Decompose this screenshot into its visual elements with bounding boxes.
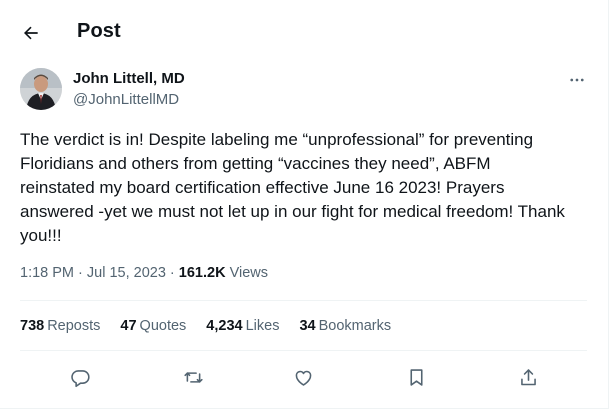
likes-count: 4,234 bbox=[206, 318, 243, 334]
quotes-count: 47 bbox=[120, 318, 137, 334]
quotes-stat[interactable]: 47 Quotes bbox=[120, 318, 186, 334]
author-name[interactable]: John Littell, MD bbox=[73, 70, 185, 87]
share-icon bbox=[518, 367, 539, 388]
repost-button[interactable] bbox=[178, 362, 208, 392]
bookmark-icon bbox=[406, 367, 427, 388]
views-label: Views bbox=[225, 265, 268, 281]
views-count: 161.2K bbox=[178, 265, 226, 281]
back-button[interactable] bbox=[14, 16, 48, 50]
repost-icon bbox=[183, 367, 204, 388]
reposts-stat[interactable]: 738 Reposts bbox=[20, 318, 100, 334]
share-button[interactable] bbox=[513, 362, 543, 392]
post-meta: 1:18 PM · Jul 15, 2023 · 161.2K Views bbox=[20, 265, 268, 281]
reposts-count: 738 bbox=[20, 318, 45, 334]
post-detail-view: Post John Littell, MD @JohnLittellMD The… bbox=[0, 0, 609, 409]
post-timestamp[interactable]: 1:18 PM · Jul 15, 2023 · bbox=[20, 265, 179, 281]
likes-stat[interactable]: 4,234 Likes bbox=[206, 318, 279, 334]
divider bbox=[20, 350, 587, 351]
arrow-left-icon bbox=[21, 23, 41, 43]
action-bar bbox=[0, 362, 608, 392]
like-button[interactable] bbox=[288, 362, 318, 392]
bookmark-button[interactable] bbox=[401, 362, 431, 392]
post-text: The verdict is in! Despite labeling me “… bbox=[20, 130, 565, 245]
page-header: Post bbox=[0, 0, 608, 64]
quotes-label: Quotes bbox=[139, 318, 187, 334]
likes-label: Likes bbox=[245, 318, 280, 334]
engagement-stats: 738 Reposts 47 Quotes 4,234 Likes 34 Bookmar… bbox=[20, 318, 411, 334]
bookmarks-count: 34 bbox=[299, 318, 316, 334]
reply-icon bbox=[70, 367, 91, 388]
more-options-button[interactable] bbox=[563, 66, 591, 94]
divider bbox=[20, 300, 587, 301]
page-title: Post bbox=[77, 20, 121, 42]
like-icon bbox=[293, 367, 314, 388]
author-handle[interactable]: @JohnLittellMD bbox=[73, 91, 179, 108]
reply-button[interactable] bbox=[65, 362, 95, 392]
avatar[interactable] bbox=[20, 68, 62, 110]
ellipsis-icon bbox=[568, 71, 586, 89]
bookmarks-stat[interactable]: 34 Bookmarks bbox=[299, 318, 391, 334]
reposts-label: Reposts bbox=[47, 318, 101, 334]
bookmarks-label: Bookmarks bbox=[318, 318, 392, 334]
